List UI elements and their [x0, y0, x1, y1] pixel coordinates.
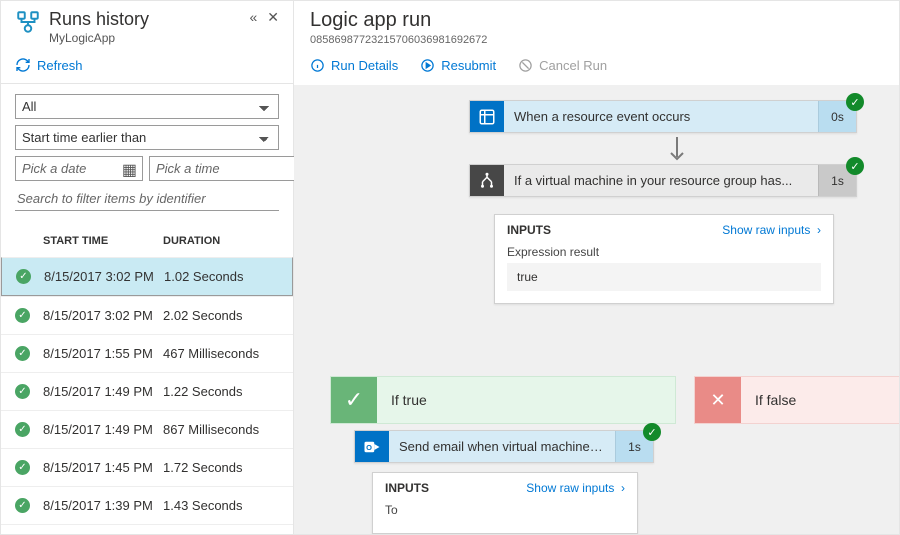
table-row[interactable]: ✓8/15/2017 1:36 PM8.29 Seconds — [1, 524, 293, 534]
close-icon[interactable]: ✕ — [267, 9, 279, 26]
panel-title: Runs history — [49, 9, 149, 30]
designer-canvas[interactable]: When a resource event occurs 0s ✓ If a v… — [294, 86, 899, 534]
email-node[interactable]: O Send email when virtual machine updat.… — [354, 430, 654, 463]
expression-result-value: true — [507, 263, 821, 291]
svg-text:O: O — [366, 443, 372, 452]
success-icon: ✓ — [15, 346, 30, 361]
table-header: START TIME DURATION — [1, 221, 293, 257]
success-icon: ✓ — [15, 308, 30, 323]
condition-icon — [470, 165, 504, 196]
panel-subtitle: MyLogicApp — [49, 31, 149, 45]
table-row[interactable]: ✓ 8/15/2017 1:39 PM1.43 Seconds — [1, 486, 293, 524]
cell-start-time: 8/15/2017 1:49 PM — [43, 384, 163, 399]
cell-duration: 1.22 Seconds — [163, 384, 243, 399]
cross-icon: ✕ — [695, 377, 741, 423]
cell-duration: 867 Milliseconds — [163, 422, 259, 437]
table-row[interactable]: ✓ 8/15/2017 1:49 PM867 Milliseconds — [1, 410, 293, 448]
cell-duration: 1.43 Seconds — [163, 498, 243, 513]
to-label: To — [385, 503, 625, 517]
cell-start-time: 8/15/2017 1:55 PM — [43, 346, 163, 361]
run-id: 08586987723215706036981692672 — [310, 34, 883, 46]
cell-duration: 1.72 Seconds — [163, 460, 243, 475]
info-icon — [310, 58, 325, 73]
col-duration: DURATION — [163, 235, 220, 247]
panel-header: Runs history MyLogicApp « ✕ — [1, 1, 293, 51]
show-raw-inputs-link[interactable]: Show raw inputs › — [526, 481, 625, 495]
success-badge: ✓ — [846, 157, 864, 175]
refresh-icon — [15, 57, 31, 73]
condition-node[interactable]: If a virtual machine in your resource gr… — [469, 164, 857, 197]
table-row[interactable]: ✓ 8/15/2017 1:45 PM1.72 Seconds — [1, 448, 293, 486]
time-filter-select[interactable]: Start time earlier than — [15, 125, 279, 150]
table-row[interactable]: ✓ 8/15/2017 3:02 PM2.02 Seconds — [1, 296, 293, 334]
collapse-icon[interactable]: « — [249, 9, 257, 25]
play-icon — [420, 58, 435, 73]
cell-start-time: 8/15/2017 1:45 PM — [43, 460, 163, 475]
cancel-icon — [518, 58, 533, 73]
cell-start-time: 8/15/2017 3:02 PM — [43, 308, 163, 323]
refresh-button[interactable]: Refresh — [1, 51, 293, 84]
connector-arrow — [667, 137, 687, 165]
runs-history-panel: Runs history MyLogicApp « ✕ Refresh All … — [1, 1, 294, 534]
expression-result-label: Expression result — [507, 245, 821, 259]
condition-inputs-panel: INPUTS Show raw inputs › Expression resu… — [494, 214, 834, 304]
success-badge: ✓ — [846, 93, 864, 111]
table-row[interactable]: ✓ 8/15/2017 1:49 PM1.22 Seconds — [1, 372, 293, 410]
trigger-node[interactable]: When a resource event occurs 0s ✓ — [469, 100, 857, 133]
detail-header: Logic app run 08586987723215706036981692… — [294, 1, 899, 46]
cell-start-time: 8/15/2017 3:02 PM — [44, 269, 164, 284]
run-details-button[interactable]: Run Details — [310, 58, 398, 73]
cancel-run-button: Cancel Run — [518, 58, 607, 73]
cell-duration: 467 Milliseconds — [163, 346, 259, 361]
inputs-label: INPUTS — [507, 223, 551, 237]
if-false-branch[interactable]: ✕ If false — [694, 376, 899, 424]
resubmit-button[interactable]: Resubmit — [420, 58, 496, 73]
email-inputs-panel: INPUTS Show raw inputs › To — [372, 472, 638, 534]
run-detail-panel: Logic app run 08586987723215706036981692… — [294, 1, 899, 534]
show-raw-inputs-link[interactable]: Show raw inputs › — [722, 223, 821, 237]
check-icon: ✓ — [331, 377, 377, 423]
runs-table: ✓8/15/2017 3:02 PM1.02 Seconds✓8/15/2017… — [1, 257, 293, 534]
table-row[interactable]: ✓ 8/15/2017 3:02 PM1.02 Seconds — [1, 257, 293, 296]
logic-app-icon — [15, 9, 41, 35]
success-icon: ✓ — [15, 498, 30, 513]
detail-toolbar: Run Details Resubmit Cancel Run — [294, 46, 899, 86]
cell-start-time: 8/15/2017 1:39 PM — [43, 498, 163, 513]
cell-start-time: 8/15/2017 1:49 PM — [43, 422, 163, 437]
search-input[interactable] — [15, 187, 279, 211]
if-true-label: If true — [377, 392, 427, 408]
success-icon: ✓ — [15, 422, 30, 437]
event-grid-icon — [470, 101, 504, 132]
email-title: Send email when virtual machine updat... — [389, 431, 615, 462]
outlook-icon: O — [355, 431, 389, 462]
filter-section: All Start time earlier than ▦ — [1, 84, 293, 221]
col-start-time: START TIME — [43, 235, 163, 247]
success-icon: ✓ — [16, 269, 31, 284]
date-input[interactable] — [15, 156, 143, 181]
cell-duration: 1.02 Seconds — [164, 269, 244, 284]
success-icon: ✓ — [15, 384, 30, 399]
if-true-branch[interactable]: ✓ If true — [330, 376, 676, 424]
table-row[interactable]: ✓ 8/15/2017 1:55 PM467 Milliseconds — [1, 334, 293, 372]
detail-title: Logic app run — [310, 9, 883, 32]
trigger-title: When a resource event occurs — [504, 101, 818, 132]
status-filter-select[interactable]: All — [15, 94, 279, 119]
cell-duration: 2.02 Seconds — [163, 308, 243, 323]
if-false-label: If false — [741, 392, 796, 408]
refresh-label: Refresh — [37, 58, 83, 73]
inputs-label: INPUTS — [385, 481, 429, 495]
condition-title: If a virtual machine in your resource gr… — [504, 165, 818, 196]
success-icon: ✓ — [15, 460, 30, 475]
success-badge: ✓ — [643, 423, 661, 441]
